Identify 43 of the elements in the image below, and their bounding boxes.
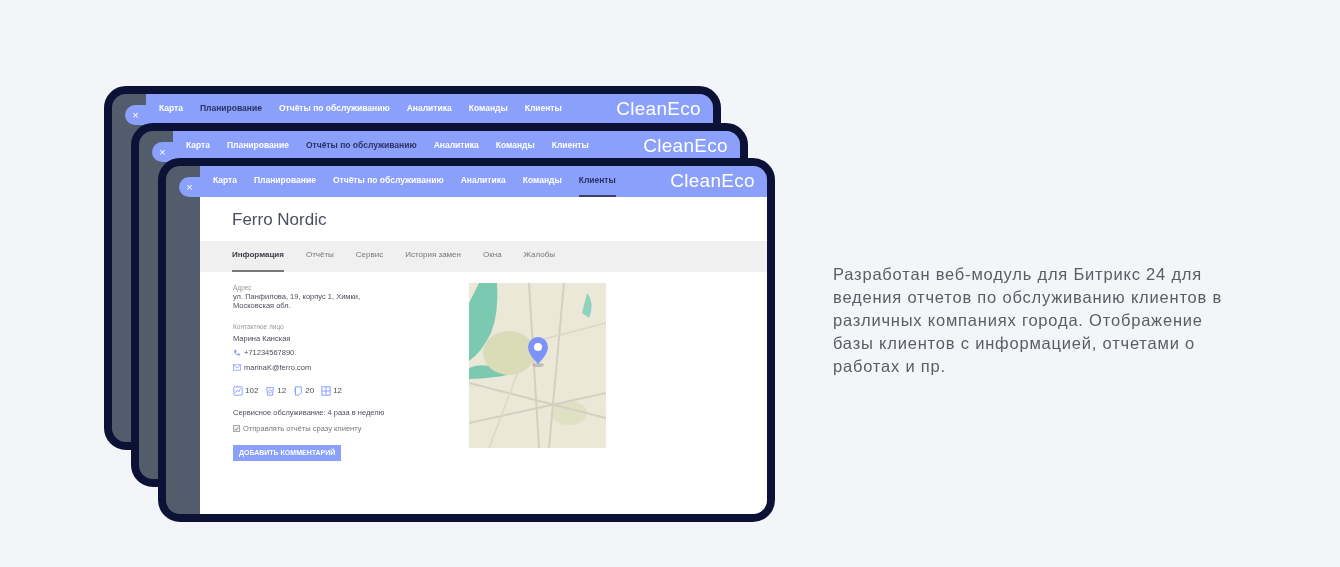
close-button[interactable]: × (179, 177, 200, 197)
nav-link[interactable]: Планирование (227, 131, 289, 162)
counter-value: 20 (305, 384, 315, 397)
nav-link[interactable]: Карта (186, 131, 210, 162)
mail-icon (233, 363, 241, 371)
nav-link[interactable]: Отчёты по обслуживанию (332, 166, 444, 197)
tab[interactable]: Жалобы (523, 240, 556, 272)
nav-link[interactable]: Аналитика (406, 94, 452, 125)
nav-link[interactable]: Отчёты по обслуживанию (305, 131, 417, 162)
nav-link[interactable]: Планирование (254, 166, 316, 197)
tab[interactable]: Отчёты (305, 240, 334, 272)
tab[interactable]: Сервис (355, 240, 384, 272)
client-title: Ferro Nordic (231, 209, 328, 231)
tab[interactable]: История замен (405, 240, 461, 272)
nav-link[interactable]: Команды (495, 131, 535, 162)
nav-link[interactable]: Команды (468, 94, 508, 125)
grid-icon (321, 385, 332, 396)
nav-link[interactable]: Аналитика (460, 166, 506, 197)
nav-link[interactable]: Карта (159, 94, 183, 125)
counter-value: 12 (277, 384, 287, 397)
description: Разработан веб-модуль для Битрикс 24 для ведения отчетов по обслуживанию клиентов в различных компаниях города. Отображение базы клиентов с информацией, отчетами о работах и пр. (833, 264, 1224, 377)
chart-icon (233, 385, 243, 396)
tab[interactable]: Информация (232, 240, 284, 272)
nav-link[interactable]: Аналитика (433, 131, 479, 162)
page-icon (293, 385, 304, 396)
logo: CleanEco (643, 134, 728, 159)
logo: CleanEco (616, 97, 701, 122)
checkbox[interactable] (233, 425, 240, 433)
nav-link[interactable]: Клиенты (551, 131, 589, 162)
phone-icon (233, 348, 241, 357)
tab[interactable]: Окна (483, 240, 502, 272)
nav-link[interactable]: Планирование (200, 94, 262, 125)
close-button[interactable]: × (125, 105, 146, 125)
counter-value: 102 (245, 384, 259, 397)
counter-value: 12 (333, 384, 343, 397)
logo: CleanEco (670, 169, 755, 194)
map-pin-icon (526, 335, 550, 368)
nav-link[interactable]: Карта (213, 166, 237, 197)
nav-link[interactable]: Клиенты (524, 94, 562, 125)
nav-link[interactable]: Отчёты по обслуживанию (278, 94, 390, 125)
close-button[interactable]: × (152, 142, 173, 162)
bin-icon (265, 385, 276, 396)
nav-link[interactable]: Команды (522, 166, 562, 197)
